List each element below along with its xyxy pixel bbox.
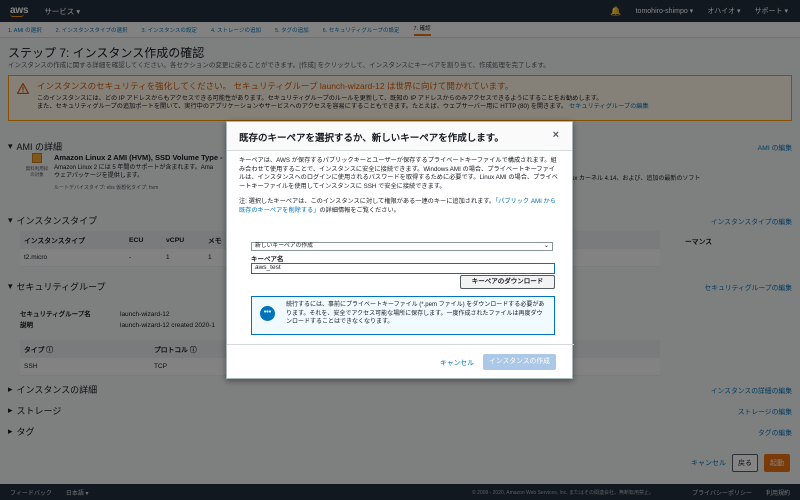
download-key-pair-button[interactable]: キーペアのダウンロード xyxy=(460,275,555,289)
dialog-body: キーペアは、AWS が保存するパブリックキーとユーザーが保存するプライベートキー… xyxy=(227,151,572,221)
dialog-cancel-button[interactable]: キャンセル xyxy=(440,357,474,367)
close-icon[interactable]: × xyxy=(553,129,559,141)
key-pair-name-label: キーペア名 xyxy=(251,256,284,263)
dialog-footer: キャンセル インスタンスの作成 xyxy=(227,344,574,380)
download-info-box: ••• 続行するには、事前にプライベートキーファイル (*.pem ファイル) … xyxy=(251,296,555,335)
dialog-title: 既存のキーペアを選択するか、新しいキーペアを作成します。 xyxy=(239,133,504,144)
create-instance-button[interactable]: インスタンスの作成 xyxy=(483,354,556,370)
chevron-down-icon: ⌄ xyxy=(543,243,549,249)
info-icon: ••• xyxy=(260,306,275,321)
dialog-paragraph-1: キーペアは、AWS が保存するパブリックキーとユーザーが保存するプライベートキー… xyxy=(239,157,558,190)
key-pair-select[interactable]: 新しいキーペアの作成 ⌄ xyxy=(251,242,553,251)
dialog-header: 既存のキーペアを選択するか、新しいキーペアを作成します。 × xyxy=(227,122,572,151)
key-pair-dialog: 既存のキーペアを選択するか、新しいキーペアを作成します。 × キーペアは、AWS… xyxy=(226,121,574,380)
dialog-paragraph-2: 注: 選択したキーペアは、このインスタンスに対して権限がある一連のキーに追加され… xyxy=(239,198,556,214)
key-pair-name-input[interactable]: aws_test xyxy=(251,263,555,274)
